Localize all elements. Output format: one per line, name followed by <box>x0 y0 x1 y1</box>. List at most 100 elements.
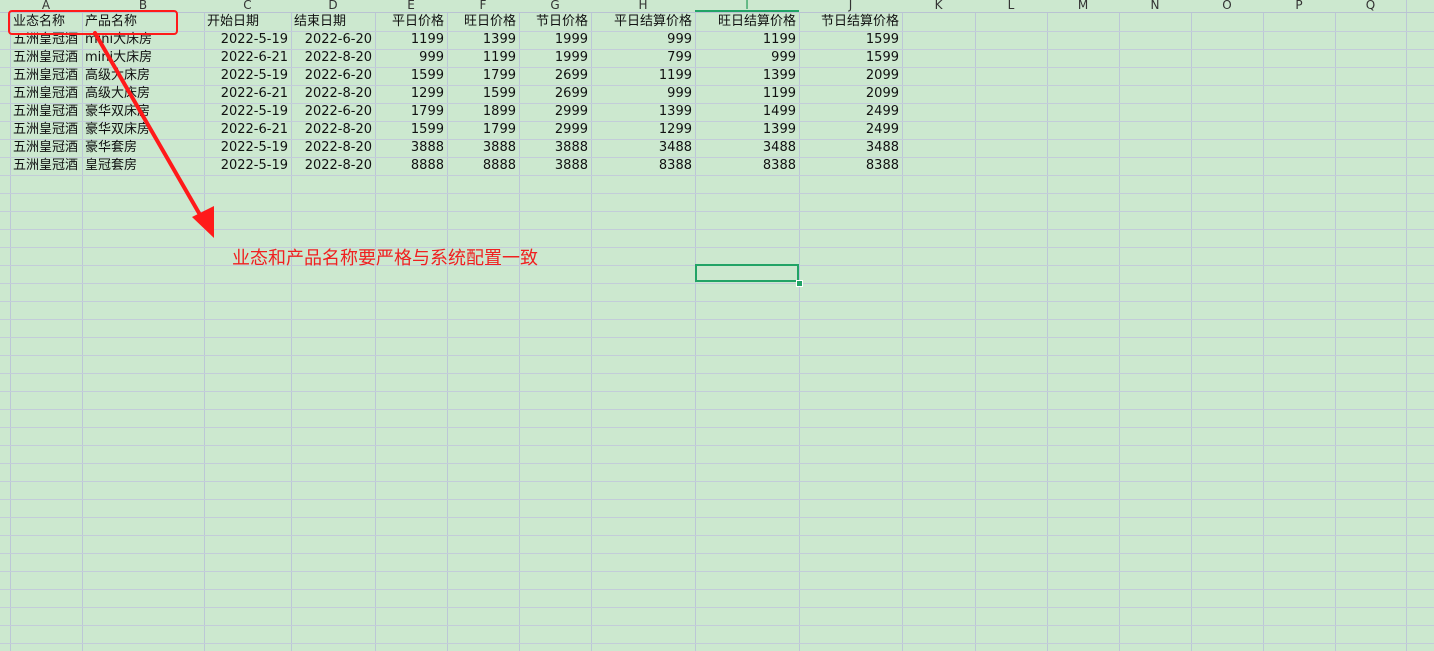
table-cell[interactable]: 2699 <box>519 85 591 103</box>
table-cell[interactable]: 1999 <box>519 31 591 49</box>
table-cell[interactable]: 2022-5-19 <box>204 31 291 49</box>
table-cell[interactable]: 2022-8-20 <box>291 49 375 67</box>
table-cell[interactable]: 五洲皇冠酒 <box>10 139 82 157</box>
table-cell[interactable]: 2022-6-20 <box>291 103 375 121</box>
table-cell[interactable]: 皇冠套房 <box>82 157 204 175</box>
table-cell[interactable]: 2022-6-20 <box>291 31 375 49</box>
table-cell[interactable]: 1799 <box>375 103 447 121</box>
column-header-g[interactable]: G <box>519 0 591 12</box>
table-cell[interactable]: 1499 <box>695 103 799 121</box>
table-cell[interactable]: 2999 <box>519 103 591 121</box>
header-cell[interactable]: 节日价格 <box>519 13 591 31</box>
spreadsheet-grid[interactable]: ABCDEFGHIJKLMNOPQ 业态名称 产品名称 开始日期 结束日期 平日价格 旺日… <box>0 0 1434 651</box>
table-cell[interactable]: 8888 <box>375 157 447 175</box>
table-cell[interactable]: 2022-5-19 <box>204 67 291 85</box>
table-cell[interactable]: 五洲皇冠酒 <box>10 157 82 175</box>
table-cell[interactable]: 8888 <box>447 157 519 175</box>
table-cell[interactable]: 2022-6-21 <box>204 85 291 103</box>
table-cell[interactable]: 1299 <box>591 121 695 139</box>
table-cell[interactable]: 1599 <box>799 49 902 67</box>
table-cell[interactable]: 2499 <box>799 103 902 121</box>
table-cell[interactable]: 2999 <box>519 121 591 139</box>
fill-handle[interactable] <box>796 280 803 287</box>
table-cell[interactable]: 高级大床房 <box>82 85 204 103</box>
column-header-p[interactable]: P <box>1263 0 1335 12</box>
table-cell[interactable]: 2022-8-20 <box>291 157 375 175</box>
table-cell[interactable]: 3488 <box>799 139 902 157</box>
column-header-q[interactable]: Q <box>1335 0 1406 12</box>
table-cell[interactable]: 1599 <box>375 67 447 85</box>
column-header-k[interactable]: K <box>902 0 975 12</box>
selected-cell-indicator[interactable] <box>695 264 799 282</box>
column-header-l[interactable]: L <box>975 0 1047 12</box>
table-cell[interactable]: 1799 <box>447 121 519 139</box>
table-cell[interactable]: 2099 <box>799 67 902 85</box>
table-cell[interactable]: 1599 <box>447 85 519 103</box>
table-cell[interactable]: 五洲皇冠酒 <box>10 121 82 139</box>
table-cell[interactable]: 2022-6-21 <box>204 121 291 139</box>
header-cell[interactable]: 节日结算价格 <box>799 13 902 31</box>
table-cell[interactable]: 2499 <box>799 121 902 139</box>
table-cell[interactable]: 1899 <box>447 103 519 121</box>
column-header-f[interactable]: F <box>447 0 519 12</box>
table-cell[interactable]: 五洲皇冠酒 <box>10 49 82 67</box>
table-cell[interactable]: 2022-5-19 <box>204 139 291 157</box>
table-cell[interactable]: 3888 <box>375 139 447 157</box>
header-cell[interactable]: 开始日期 <box>204 13 291 31</box>
table-cell[interactable]: 999 <box>591 85 695 103</box>
table-cell[interactable]: 2022-6-20 <box>291 67 375 85</box>
table-cell[interactable]: 2022-5-19 <box>204 103 291 121</box>
table-cell[interactable]: 2099 <box>799 85 902 103</box>
table-cell[interactable]: 豪华双床房 <box>82 121 204 139</box>
table-cell[interactable]: 1799 <box>447 67 519 85</box>
table-cell[interactable]: 五洲皇冠酒 <box>10 103 82 121</box>
table-cell[interactable]: 1399 <box>695 121 799 139</box>
table-cell[interactable]: 8388 <box>799 157 902 175</box>
column-header-o[interactable]: O <box>1191 0 1263 12</box>
table-cell[interactable]: 1599 <box>799 31 902 49</box>
table-cell[interactable]: 999 <box>375 49 447 67</box>
table-cell[interactable]: 2022-8-20 <box>291 121 375 139</box>
column-header-h[interactable]: H <box>591 0 695 12</box>
table-cell[interactable]: 2022-6-21 <box>204 49 291 67</box>
table-cell[interactable]: 1199 <box>447 49 519 67</box>
table-cell[interactable]: 豪华套房 <box>82 139 204 157</box>
table-cell[interactable]: 1199 <box>375 31 447 49</box>
table-cell[interactable]: 2699 <box>519 67 591 85</box>
table-cell[interactable]: 1399 <box>695 67 799 85</box>
table-cell[interactable]: 999 <box>591 31 695 49</box>
header-cell[interactable]: 平日价格 <box>375 13 447 31</box>
column-header-j[interactable]: J <box>799 0 902 12</box>
table-cell[interactable]: 2022-5-19 <box>204 157 291 175</box>
table-cell[interactable]: 799 <box>591 49 695 67</box>
table-cell[interactable]: 1999 <box>519 49 591 67</box>
table-cell[interactable]: 1399 <box>591 103 695 121</box>
table-cell[interactable]: 五洲皇冠酒 <box>10 67 82 85</box>
table-cell[interactable]: 1299 <box>375 85 447 103</box>
table-cell[interactable]: 3488 <box>591 139 695 157</box>
table-cell[interactable]: 1199 <box>591 67 695 85</box>
table-cell[interactable]: 1199 <box>695 31 799 49</box>
column-header-n[interactable]: N <box>1119 0 1191 12</box>
table-cell[interactable]: mini大床房 <box>82 49 204 67</box>
table-cell[interactable]: 8388 <box>591 157 695 175</box>
table-cell[interactable]: 999 <box>695 49 799 67</box>
column-header-c[interactable]: C <box>204 0 291 12</box>
table-cell[interactable]: 8388 <box>695 157 799 175</box>
table-cell[interactable]: 3888 <box>519 139 591 157</box>
header-cell[interactable]: 平日结算价格 <box>591 13 695 31</box>
column-header-e[interactable]: E <box>375 0 447 12</box>
header-cell[interactable]: 结束日期 <box>291 13 375 31</box>
table-cell[interactable]: 3488 <box>695 139 799 157</box>
table-cell[interactable]: 3888 <box>519 157 591 175</box>
table-cell[interactable]: 五洲皇冠酒 <box>10 85 82 103</box>
table-cell[interactable]: 1599 <box>375 121 447 139</box>
column-header-i[interactable]: I <box>695 0 799 12</box>
header-cell[interactable]: 旺日价格 <box>447 13 519 31</box>
column-header-d[interactable]: D <box>291 0 375 12</box>
table-cell[interactable]: 2022-8-20 <box>291 85 375 103</box>
table-cell[interactable]: 1199 <box>695 85 799 103</box>
column-header-m[interactable]: M <box>1047 0 1119 12</box>
table-cell[interactable]: 2022-8-20 <box>291 139 375 157</box>
table-cell[interactable]: 高级大床房 <box>82 67 204 85</box>
